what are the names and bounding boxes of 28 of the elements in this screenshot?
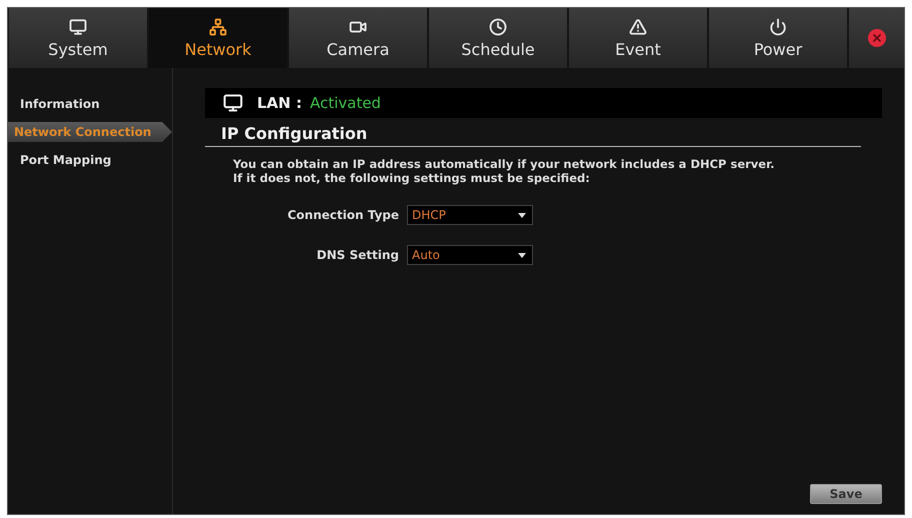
nav-tab[interactable]: System (9, 8, 147, 68)
sidebar-item[interactable]: Information (14, 94, 172, 114)
nav-tab[interactable]: Schedule (429, 8, 567, 68)
nav-tab[interactable]: Event (569, 8, 707, 68)
field-label: DNS Setting (316, 248, 399, 262)
field-label: Connection Type (286, 208, 399, 222)
save-button[interactable]: Save (810, 484, 882, 504)
status-value: Activated (310, 94, 381, 112)
caret-icon (518, 212, 526, 218)
nav-tab[interactable]: Camera (289, 8, 427, 68)
caret-icon (518, 252, 526, 258)
close-button[interactable] (868, 29, 886, 47)
section-title: IP Configuration (205, 118, 861, 147)
network-icon (209, 18, 227, 36)
sidebar-item[interactable]: Port Mapping (14, 150, 172, 170)
dropdown[interactable]: DHCP (407, 205, 533, 225)
close-icon (870, 32, 882, 44)
monitor-icon (69, 18, 87, 36)
clock-icon (489, 18, 507, 36)
dropdown[interactable]: Auto (407, 245, 533, 265)
power-icon (769, 18, 787, 36)
status-label: LAN : (257, 94, 302, 112)
description-text: You can obtain an IP address automatically if your network includes a DHCP server. (233, 157, 776, 171)
nav-tab[interactable]: Network (149, 8, 287, 68)
description-text: If it does not, the following settings must be specified: (233, 171, 591, 185)
monitor-icon (223, 93, 243, 113)
nav-tab[interactable]: Power (709, 8, 847, 68)
warning-icon (629, 18, 647, 36)
